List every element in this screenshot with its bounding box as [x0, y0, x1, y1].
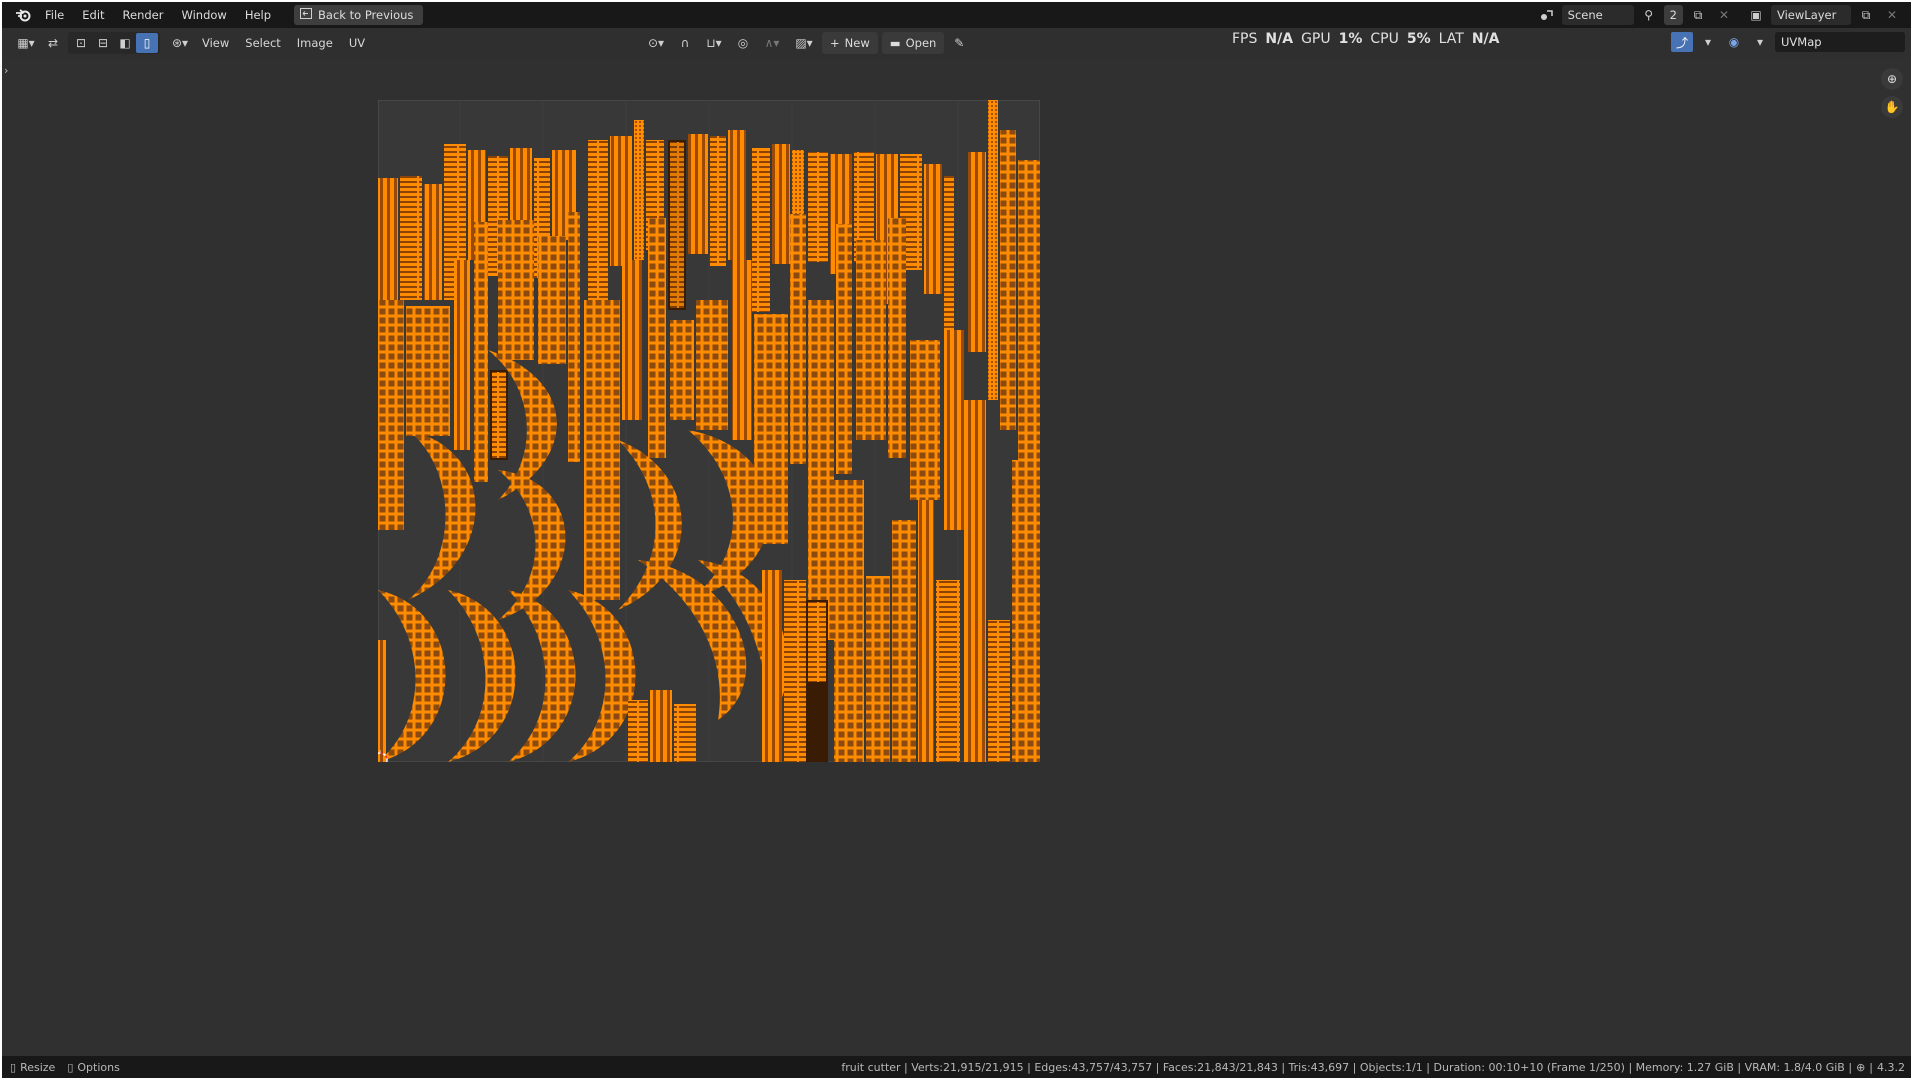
vertex-select-icon[interactable]: ⊡ — [70, 33, 92, 53]
top-menu-bar: File Edit Render Window Help Back to Pre… — [2, 2, 1911, 28]
scene-users-label: 2 — [1669, 8, 1677, 22]
resize-hint: Resize — [20, 1060, 56, 1074]
fps-label: FPS — [1232, 31, 1258, 47]
sync-selection-icon[interactable]: ⇄ — [42, 33, 64, 53]
blender-window: File Edit Render Window Help Back to Pre… — [2, 2, 1911, 1078]
uv-editor-viewport[interactable]: › ⊕ ✋ — [2, 58, 1911, 1056]
fake-user-pin-icon[interactable]: ⚲ — [1638, 5, 1660, 25]
open-button-label: Open — [905, 36, 937, 50]
globe-icon: ⊕ — [1856, 1060, 1866, 1074]
menu-select[interactable]: Select — [237, 33, 288, 53]
scene-name-field[interactable]: Scene — [1561, 5, 1634, 25]
image-browse-icon[interactable]: ▨▾ — [790, 33, 818, 53]
hand-pan-icon[interactable]: ✋ — [1881, 96, 1903, 118]
snap-target-icon[interactable]: ⊔▾ — [700, 33, 728, 53]
new-image-button[interactable]: + New — [822, 32, 878, 54]
blender-version: 4.3.2 — [1877, 1060, 1905, 1074]
menu-window[interactable]: Window — [172, 5, 235, 25]
island-select-icon[interactable]: ▯ — [136, 33, 158, 53]
delete-view-layer-icon[interactable]: ✕ — [1881, 5, 1903, 25]
lat-label: LAT — [1438, 31, 1464, 47]
menu-help[interactable]: Help — [236, 5, 280, 25]
lat-value: N/A — [1471, 31, 1500, 47]
menu-file[interactable]: File — [36, 5, 73, 25]
performance-overlay: FPS N/A GPU 1% CPU 5% LAT N/A — [1232, 28, 1499, 50]
navigation-gizmos: ⊕ ✋ — [1881, 68, 1903, 118]
pivot-icon[interactable]: ⊙▾ — [642, 33, 670, 53]
folder-icon: ▬ — [889, 36, 901, 50]
scene-name: Scene — [1567, 8, 1603, 22]
falloff-icon[interactable]: ∧▾ — [758, 33, 786, 53]
view-layer-name: ViewLayer — [1777, 8, 1837, 22]
sticky-selection-icon[interactable]: ⊛▾ — [166, 33, 194, 53]
uv-sculpt-dropdown-icon[interactable]: ▾ — [1697, 32, 1719, 52]
options-hint: Options — [77, 1060, 120, 1074]
scene-statistics: fruit cutter | Verts:21,915/21,915 | Edg… — [841, 1060, 1853, 1074]
back-button-label: Back to Previous — [318, 8, 414, 22]
back-icon — [300, 8, 313, 22]
face-select-icon[interactable]: ◧ — [114, 33, 136, 53]
fps-value: N/A — [1265, 31, 1294, 47]
menu-image[interactable]: Image — [289, 33, 341, 53]
editor-type-icon[interactable]: ▦▾ — [10, 33, 42, 53]
select-mode-group: ⊡ ⊟ ◧ ▯ — [68, 32, 160, 54]
edge-select-icon[interactable]: ⊟ — [92, 33, 114, 53]
cpu-value: 5% — [1406, 31, 1431, 47]
status-bar: ▯ Resize ▯ Options fruit cutter | Verts:… — [2, 1056, 1911, 1078]
delete-scene-icon[interactable]: ✕ — [1713, 5, 1735, 25]
gpu-value: 1% — [1338, 31, 1363, 47]
new-button-label: New — [844, 36, 870, 50]
cpu-label: CPU — [1370, 31, 1399, 47]
uv-editor-header: ▦▾ ⇄ ⊡ ⊟ ◧ ▯ ⊛▾ View Select Image UV ⊙▾ … — [2, 28, 1911, 58]
menu-uv[interactable]: UV — [341, 33, 373, 53]
version-separator: | — [1869, 1060, 1873, 1074]
view-layer-icon[interactable]: ▣ — [1745, 5, 1767, 25]
menu-render[interactable]: Render — [114, 5, 173, 25]
view-layer-field[interactable]: ViewLayer — [1771, 5, 1851, 25]
new-view-layer-icon[interactable]: ⧉ — [1855, 5, 1877, 25]
menu-view[interactable]: View — [194, 33, 237, 53]
new-scene-icon[interactable]: ⧉ — [1687, 5, 1709, 25]
overlay-icon[interactable]: ◉ — [1723, 32, 1745, 52]
toolbar-expand-icon[interactable]: › — [4, 64, 8, 77]
gpu-label: GPU — [1301, 31, 1331, 47]
uv-map-selector[interactable]: UVMap — [1775, 32, 1905, 52]
mouse-left-icon: ▯ — [10, 1060, 17, 1074]
blender-logo-icon[interactable] — [10, 5, 36, 25]
proportional-icon[interactable]: ◎ — [732, 33, 754, 53]
open-image-button[interactable]: ▬ Open — [881, 32, 945, 54]
mouse-right-icon: ▯ — [67, 1060, 74, 1074]
uv-layout[interactable] — [378, 100, 1040, 762]
snap-icon[interactable]: ∩ — [674, 33, 696, 53]
back-to-previous-button[interactable]: Back to Previous — [294, 5, 424, 25]
zoom-icon[interactable]: ⊕ — [1881, 68, 1903, 90]
scene-users-count[interactable]: 2 — [1663, 5, 1683, 25]
scene-icon[interactable] — [1536, 5, 1558, 25]
uv-sculpt-icon[interactable]: ⤴ — [1671, 32, 1693, 52]
overlay-dropdown-icon[interactable]: ▾ — [1749, 32, 1771, 52]
menu-edit[interactable]: Edit — [73, 5, 113, 25]
pin-icon[interactable]: ✎ — [948, 33, 970, 53]
new-icon: + — [830, 36, 840, 50]
